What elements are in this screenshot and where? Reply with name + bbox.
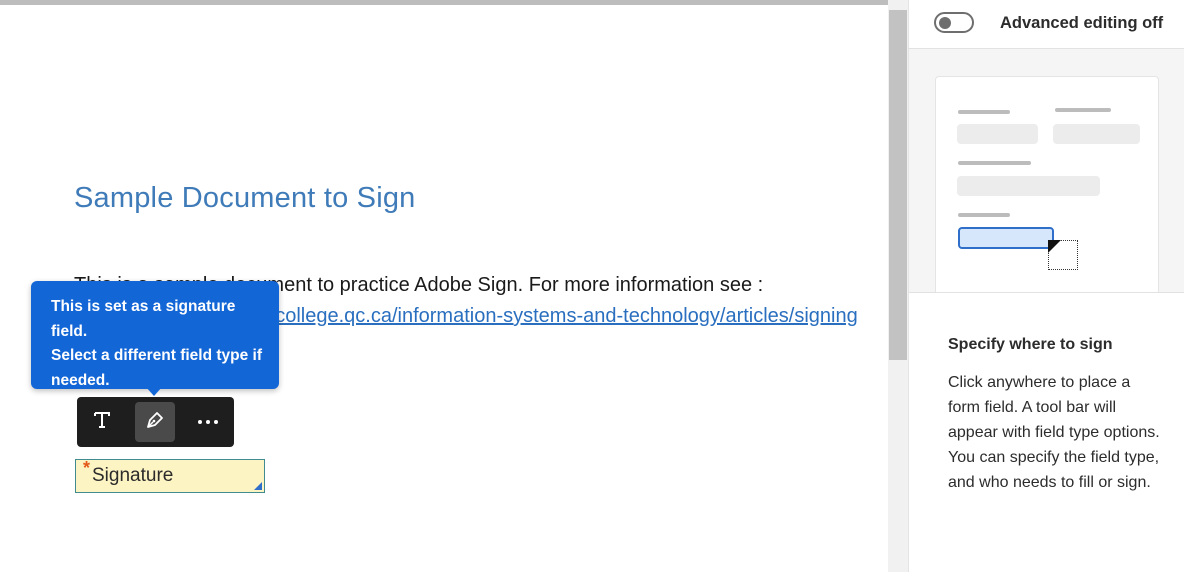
signature-field-tooltip: This is set as a signature field. Select… bbox=[31, 281, 279, 389]
form-illustration bbox=[935, 76, 1159, 292]
more-horizontal-icon bbox=[197, 413, 219, 431]
tooltip-line: This is set as a signature field. bbox=[51, 298, 236, 340]
help-illustration-area bbox=[909, 49, 1184, 293]
tooltip-arrow bbox=[146, 387, 162, 396]
pen-icon bbox=[144, 409, 166, 436]
advanced-editing-label: Advanced editing off bbox=[1000, 14, 1164, 32]
resize-handle[interactable] bbox=[254, 482, 262, 490]
vertical-scrollbar[interactable] bbox=[888, 0, 908, 572]
illustration-field bbox=[958, 227, 1054, 249]
field-type-toolbar bbox=[77, 397, 234, 447]
advanced-editing-row: Advanced editing off bbox=[909, 0, 1184, 49]
advanced-editing-toggle[interactable] bbox=[934, 12, 974, 33]
signature-field-button[interactable] bbox=[135, 402, 175, 442]
scrollbar-thumb[interactable] bbox=[889, 10, 907, 360]
right-side-panel: Advanced editing off Specify where to si… bbox=[908, 0, 1184, 572]
text-icon bbox=[92, 410, 112, 435]
help-title: Specify where to sign bbox=[948, 336, 1113, 353]
help-text: Click anywhere to place a form field. A … bbox=[948, 374, 1160, 491]
signature-field-label: Signature bbox=[92, 465, 174, 486]
required-asterisk: * bbox=[83, 458, 91, 478]
toggle-knob bbox=[939, 16, 951, 29]
signature-field[interactable]: * Signature bbox=[75, 458, 265, 493]
text-field-button[interactable] bbox=[82, 402, 122, 442]
document-canvas[interactable]: Sample Document to Sign This is a sample… bbox=[0, 0, 888, 572]
document-top-border bbox=[0, 0, 888, 5]
more-options-button[interactable] bbox=[188, 402, 228, 442]
placement-cursor-icon bbox=[1048, 240, 1078, 270]
tooltip-line: Select a different field type if bbox=[51, 347, 263, 364]
document-title: Sample Document to Sign bbox=[74, 182, 416, 214]
